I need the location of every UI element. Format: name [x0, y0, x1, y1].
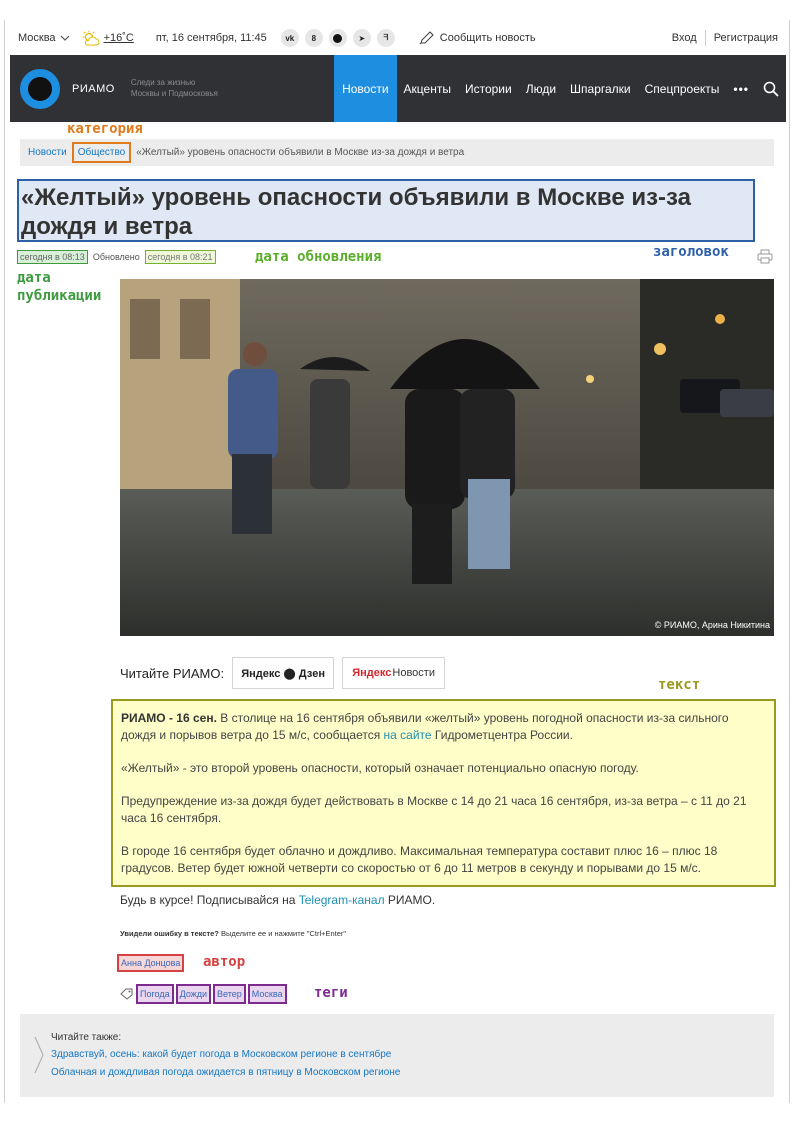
annotation-headline: заголовок [653, 244, 729, 260]
typo-notice: Увидели ошибку в тексте? Выделите ее и н… [120, 929, 346, 938]
nav-item-news[interactable]: Новости [334, 55, 397, 122]
read-also-title: Читайте также: [51, 1032, 122, 1043]
city-selector[interactable]: Москва [18, 32, 70, 44]
tag-icon [120, 988, 133, 1000]
read-also-block: Читайте также: Здравствуй, осень: какой … [20, 1014, 774, 1097]
tags-row: Погода Дожди Ветер Москва [120, 984, 287, 1004]
annotation-published-line-2: публикации [17, 288, 102, 304]
register-link[interactable]: Регистрация [706, 32, 786, 44]
auth-links: Вход Регистрация [664, 30, 786, 46]
ok-icon[interactable]: 8 [304, 29, 323, 47]
paragraph-3: Предупреждение из-за дождя будет действо… [121, 794, 747, 825]
article-meta: сегодня в 08:13 Обновлено сегодня в 08:2… [17, 250, 216, 264]
report-news-label: Сообщить новость [439, 32, 536, 44]
read-also-link-1[interactable]: Здравствуй, осень: какой будет погода в … [51, 1049, 391, 1060]
subscribe-text-a: Будь в курсе! Подписывайся на [120, 893, 299, 907]
dzen-icon[interactable] [328, 29, 347, 47]
chevron-down-icon [60, 35, 69, 41]
nav-item-people[interactable]: Люди [519, 55, 563, 122]
typo-question: Увидели ошибку в тексте? [120, 929, 219, 938]
paragraph-1-text-b: Гидрометцентра России. [431, 728, 573, 742]
logo[interactable]: РИАМО Следи за жизнью Москвы и Подмосков… [20, 68, 218, 109]
source-link[interactable]: на сайте [384, 728, 432, 742]
rss-icon[interactable]: ᖷ [376, 29, 395, 47]
tag-pogoda[interactable]: Погода [136, 984, 174, 1004]
weather-widget[interactable]: +16˚C [82, 30, 134, 46]
tag-moskva[interactable]: Москва [247, 984, 287, 1004]
temperature[interactable]: +16˚C [104, 32, 134, 44]
breadcrumb: Новости Общество «Желтый» уровень опасно… [20, 139, 774, 166]
subscribe-line: Будь в курсе! Подписывайся на Telegram-к… [120, 893, 435, 907]
yandex-news-button[interactable]: Яндекс Новости [342, 657, 446, 689]
breadcrumb-news[interactable]: Новости [28, 147, 67, 158]
article-photo: © РИАМО, Арина Никитина [120, 279, 774, 636]
street-photo-image [120, 279, 774, 636]
annotation-author: автор [203, 954, 246, 970]
breadcrumb-current: «Желтый» уровень опасности объявили в Мо… [136, 147, 465, 158]
paragraph-1: РИАМО - 16 сен. В столице на 16 сентября… [121, 710, 766, 744]
annotation-category: категория [67, 121, 143, 137]
nav-item-accents[interactable]: Акценты [397, 55, 458, 122]
dzen-button[interactable]: Яндекс ⬤ Дзен [232, 657, 335, 689]
social-links: vk 8 ➤ ᖷ [280, 29, 395, 47]
subscribe-text-b: РИАМО. [384, 893, 436, 907]
logo-text: РИАМО [72, 82, 115, 95]
telegram-link[interactable]: Telegram-канал [299, 893, 385, 907]
updated-label: Обновлено [92, 252, 140, 262]
pen-icon [419, 31, 434, 45]
page-title: «Желтый» уровень опасности объявили в Мо… [17, 179, 755, 242]
report-news-link[interactable]: Сообщить новость [419, 31, 536, 45]
nav-item-cheatsheets[interactable]: Шпаргалки [563, 55, 638, 122]
read-also-link-2[interactable]: Облачная и дождливая погода ожидается в … [51, 1067, 400, 1078]
paragraph-2: «Желтый» - это второй уровень опасности,… [121, 761, 639, 775]
slogan-line-1: Следи за жизнью [130, 78, 196, 88]
nav-item-specials[interactable]: Спецпроекты [638, 55, 727, 122]
more-menu-button[interactable]: ••• [726, 55, 756, 122]
nav-menu: Новости Акценты Истории Люди Шпаргалки С… [334, 55, 786, 122]
author-link[interactable]: Анна Донцова [117, 954, 185, 972]
login-link[interactable]: Вход [664, 32, 705, 44]
current-datetime: пт, 16 сентября, 11:45 [155, 32, 267, 44]
annotation-tags: теги [314, 985, 348, 1001]
paragraph-4: В городе 16 сентября будет облачно и дож… [121, 844, 718, 875]
nav-item-stories[interactable]: Истории [458, 55, 519, 122]
annotation-published: дата публикации [17, 269, 101, 305]
follow-riamo-row: Читайте РИАМО: Яндекс ⬤ Дзен Яндекс Новос… [120, 657, 446, 689]
article-body: РИАМО - 16 сен. В столице на 16 сентября… [111, 699, 776, 887]
tag-dozhdi[interactable]: Дожди [175, 984, 212, 1004]
typo-instruction: Выделите ее и нажмите "Ctrl+Enter" [218, 929, 347, 938]
logo-icon [20, 68, 60, 109]
breadcrumb-category[interactable]: Общество [71, 142, 132, 163]
sun-cloud-icon [82, 30, 99, 46]
read-label: Читайте РИАМО: [120, 665, 225, 681]
annotation-text: текст [658, 677, 701, 693]
tag-veter[interactable]: Ветер [213, 984, 246, 1004]
published-date: сегодня в 08:13 [17, 250, 88, 264]
chevron-left-icon [34, 1036, 44, 1074]
slogan: Следи за жизнью Москвы и Подмосковья [131, 78, 218, 99]
photo-credit: © РИАМО, Арина Никитина [654, 620, 770, 630]
print-icon[interactable] [757, 249, 773, 264]
annotation-updated: дата обновления [255, 249, 382, 265]
updated-date: сегодня в 08:21 [144, 250, 216, 264]
annotation-published-line-1: дата [17, 270, 51, 286]
vk-icon[interactable]: vk [280, 29, 299, 47]
main-nav: РИАМО Следи за жизнью Москвы и Подмосков… [10, 55, 786, 122]
top-bar: Москва +16˚C пт, 16 сентября, 11:45 vk 8… [10, 22, 786, 54]
yandex-news-label-product: Новости [392, 667, 435, 679]
slogan-line-2: Москвы и Подмосковья [130, 88, 218, 98]
search-button[interactable] [756, 55, 786, 122]
telegram-icon[interactable]: ➤ [352, 29, 371, 47]
city-label: Москва [18, 32, 56, 44]
search-icon [763, 81, 779, 97]
lead-dateline: РИАМО - 16 сен. [121, 711, 217, 725]
yandex-news-label-brand: Яндекс [352, 667, 392, 679]
